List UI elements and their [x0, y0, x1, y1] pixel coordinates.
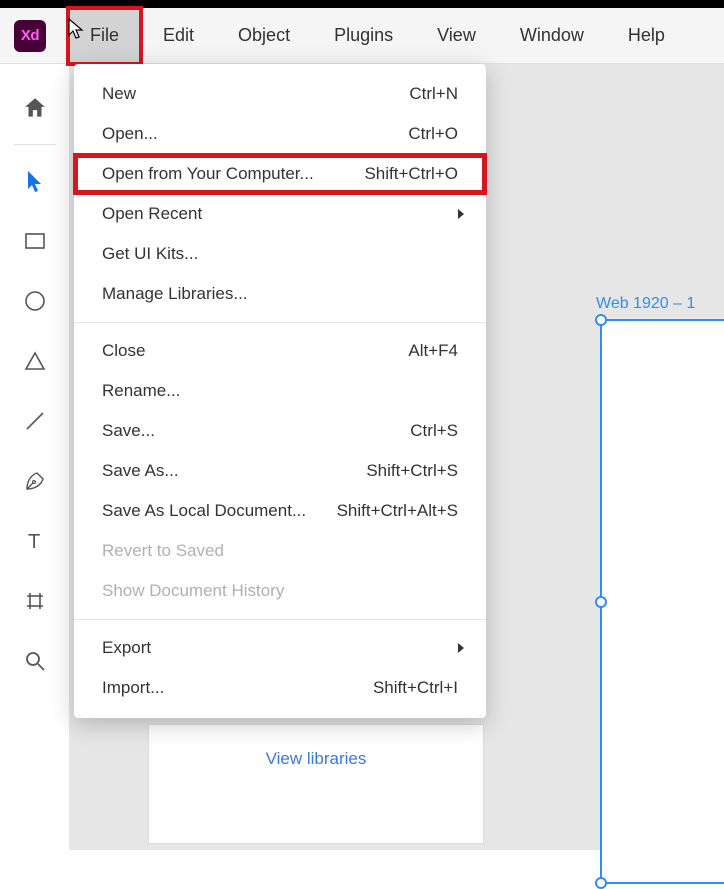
- rectangle-icon: [23, 229, 47, 253]
- line-tool[interactable]: [0, 391, 70, 451]
- menu-manage-libraries[interactable]: Manage Libraries...: [74, 274, 486, 314]
- menu-open[interactable]: Open... Ctrl+O: [74, 114, 486, 154]
- menu-save[interactable]: Save... Ctrl+S: [74, 411, 486, 451]
- handle-middle-left[interactable]: [595, 596, 607, 608]
- text-tool[interactable]: T: [0, 511, 70, 571]
- home-button[interactable]: [22, 78, 48, 138]
- pen-icon: [23, 469, 47, 493]
- artboard-tool[interactable]: [0, 571, 70, 631]
- menubar: Xd File Edit Object Plugins View Window …: [0, 8, 724, 64]
- zoom-tool[interactable]: [0, 631, 70, 691]
- menu-rename[interactable]: Rename...: [74, 371, 486, 411]
- menu-plugins[interactable]: Plugins: [312, 8, 415, 64]
- zoom-icon: [23, 649, 47, 673]
- menu-separator: [74, 619, 486, 620]
- menu-file[interactable]: File: [68, 8, 141, 64]
- chevron-right-icon: [456, 208, 466, 220]
- menu-show-document-history: Show Document History: [74, 571, 486, 611]
- select-icon: [24, 169, 46, 193]
- text-icon: T: [23, 529, 47, 553]
- toolbar-divider: [14, 144, 56, 145]
- app-logo: Xd: [14, 20, 46, 52]
- menu-revert-to-saved: Revert to Saved: [74, 531, 486, 571]
- menu-window[interactable]: Window: [498, 8, 606, 64]
- menu-open-recent[interactable]: Open Recent: [74, 194, 486, 234]
- artboard-label[interactable]: Web 1920 – 1: [596, 295, 695, 313]
- menu-open-from-computer[interactable]: Open from Your Computer... Shift+Ctrl+O: [74, 154, 486, 194]
- menu-view[interactable]: View: [415, 8, 498, 64]
- menu-save-as[interactable]: Save As... Shift+Ctrl+S: [74, 451, 486, 491]
- menu-import[interactable]: Import... Shift+Ctrl+I: [74, 668, 486, 708]
- line-icon: [23, 409, 47, 433]
- menu-help[interactable]: Help: [606, 8, 687, 64]
- menu-object[interactable]: Object: [216, 8, 312, 64]
- menu-edit[interactable]: Edit: [141, 8, 216, 64]
- libraries-panel: View libraries: [148, 724, 484, 844]
- menu-get-ui-kits[interactable]: Get UI Kits...: [74, 234, 486, 274]
- app-logo-text: Xd: [21, 27, 39, 44]
- triangle-icon: [23, 349, 47, 373]
- handle-bottom-left[interactable]: [595, 877, 607, 889]
- menu-export[interactable]: Export: [74, 628, 486, 668]
- ellipse-tool[interactable]: [0, 271, 70, 331]
- view-libraries-link[interactable]: View libraries: [266, 749, 367, 769]
- select-tool[interactable]: [0, 151, 70, 211]
- pen-tool[interactable]: [0, 451, 70, 511]
- menu-close[interactable]: Close Alt+F4: [74, 331, 486, 371]
- ellipse-icon: [23, 289, 47, 313]
- left-toolbar: T: [0, 64, 70, 850]
- artboard-icon: [23, 589, 47, 613]
- rectangle-tool[interactable]: [0, 211, 70, 271]
- menu-new[interactable]: New Ctrl+N: [74, 74, 486, 114]
- menu-save-as-local[interactable]: Save As Local Document... Shift+Ctrl+Alt…: [74, 491, 486, 531]
- file-menu-dropdown: New Ctrl+N Open... Ctrl+O Open from Your…: [74, 64, 486, 718]
- menu-separator: [74, 322, 486, 323]
- polygon-tool[interactable]: [0, 331, 70, 391]
- home-icon: [22, 95, 48, 121]
- chevron-right-icon: [456, 642, 466, 654]
- svg-text:T: T: [28, 531, 40, 553]
- handle-top-left[interactable]: [595, 314, 607, 326]
- artboard[interactable]: Web 1920 – 1: [600, 319, 724, 884]
